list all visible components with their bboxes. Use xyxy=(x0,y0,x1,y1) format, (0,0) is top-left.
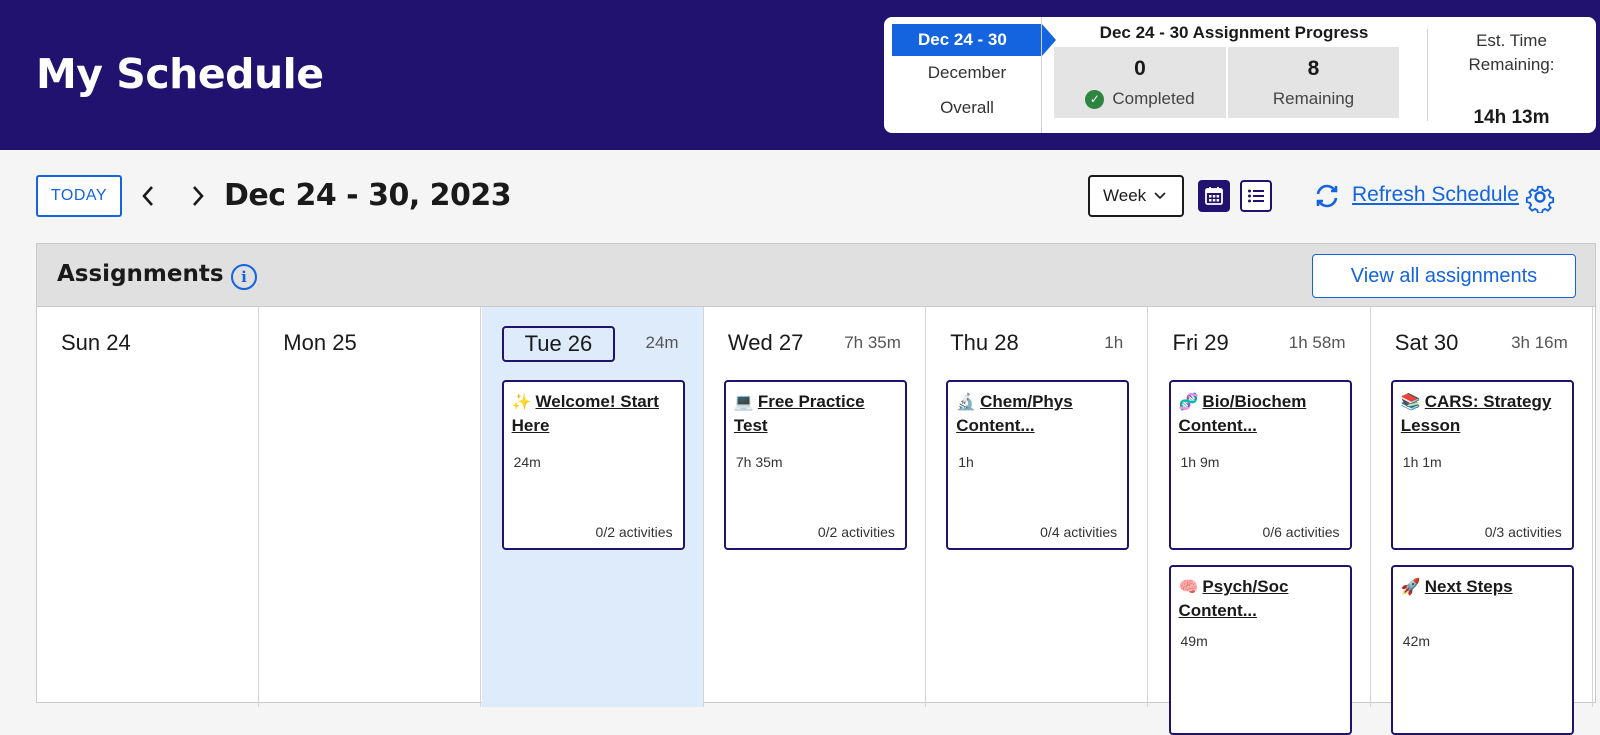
assignment-time: 1h xyxy=(958,454,974,470)
chevron-right-icon xyxy=(193,186,204,206)
est-label-line2: Remaining: xyxy=(1468,55,1555,74)
completed-label: Completed xyxy=(1112,89,1195,108)
assignment-title-link[interactable]: 🚀 Next Steps xyxy=(1401,575,1564,599)
list-view-button[interactable] xyxy=(1240,180,1272,212)
day-label[interactable]: Sat 30 xyxy=(1395,330,1459,356)
assignment-card[interactable]: 🔬 Chem/Phys Content... 1h 0/4 activities xyxy=(946,380,1130,550)
assignment-activities: 0/2 activities xyxy=(817,524,895,540)
tab-week[interactable]: Dec 24 - 30 xyxy=(892,24,1056,56)
tab-month[interactable]: December xyxy=(892,63,1042,83)
assignment-activities: 0/3 activities xyxy=(1484,524,1562,540)
refresh-icon[interactable] xyxy=(1312,181,1342,211)
chevron-down-icon xyxy=(1154,192,1166,200)
day-label[interactable]: Thu 28 xyxy=(950,330,1019,356)
tab-overall[interactable]: Overall xyxy=(892,98,1042,118)
assignment-card[interactable]: 🚀 Next Steps 42m xyxy=(1390,565,1574,735)
assignment-title-link[interactable]: 💻 Free Practice Test xyxy=(734,390,897,437)
calendar-view-button[interactable] xyxy=(1198,180,1230,212)
assignment-title-link[interactable]: ✨ Welcome! Start Here xyxy=(512,390,675,437)
remaining-count: 8 xyxy=(1307,57,1320,80)
assignment-time: 24m xyxy=(513,454,541,470)
day-column: Sun 24 xyxy=(37,307,259,707)
assignment-time: 49m xyxy=(1180,633,1208,649)
chevron-left-icon xyxy=(142,186,153,206)
assignment-emoji-icon: 🔬 xyxy=(956,394,977,411)
assignments-panel: Assignments i View all assignments Sun 2… xyxy=(36,243,1596,735)
day-duration: 3h 16m xyxy=(1511,333,1568,352)
calendar-icon xyxy=(1205,187,1223,205)
day-duration: 24m xyxy=(645,333,679,352)
view-range-select[interactable]: Week xyxy=(1088,175,1184,217)
list-icon xyxy=(1248,189,1264,203)
day-duration: 1h 58m xyxy=(1288,333,1346,352)
assignment-emoji-icon: 🧬 xyxy=(1178,394,1199,411)
check-circle-icon: ✓ xyxy=(1085,89,1105,109)
assignment-activities: 0/6 activities xyxy=(1262,524,1340,540)
day-duration: 1h xyxy=(1104,333,1124,352)
assignment-title: CARS: Strategy Lesson xyxy=(1400,392,1552,435)
day-column: Sat 30 3h 16m 📚 CARS: Strategy Lesson 1h 1m 0… xyxy=(1371,307,1593,735)
day-column: Wed 27 7h 35m 💻 Free Practice Test 7h 35m 0/2… xyxy=(704,307,926,707)
day-column: Mon 25 xyxy=(259,307,482,707)
remaining-box: 8 Remaining xyxy=(1228,47,1399,118)
assignment-emoji-icon: 🚀 xyxy=(1400,579,1421,596)
page-title: My Schedule xyxy=(36,50,324,98)
prev-week-button[interactable] xyxy=(136,180,160,212)
assignment-card[interactable]: 🧬 Bio/Biochem Content... 1h 9m 0/6 activiti… xyxy=(1168,380,1352,550)
top-header: My Schedule Dec 24 - 30 December Overall… xyxy=(0,0,1600,150)
assignment-card[interactable]: 📚 CARS: Strategy Lesson 1h 1m 0/3 activitie… xyxy=(1390,380,1574,550)
est-label-line1: Est. Time xyxy=(1476,31,1547,50)
assignment-time: 1h 1m xyxy=(1402,454,1442,470)
assignment-title-link[interactable]: 🧠 Psych/Soc Content... xyxy=(1179,575,1342,622)
est-time-label: Est. Time Remaining: xyxy=(1427,29,1596,77)
assignment-title-link[interactable]: 📚 CARS: Strategy Lesson xyxy=(1401,390,1564,437)
today-button[interactable]: TODAY xyxy=(36,175,122,217)
est-time-value: 14h 13m xyxy=(1473,107,1550,128)
info-icon[interactable]: i xyxy=(231,264,257,290)
remaining-label: Remaining xyxy=(1272,89,1355,108)
assignment-time: 7h 35m xyxy=(735,454,783,470)
assignment-title-link[interactable]: 🧬 Bio/Biochem Content... xyxy=(1179,390,1342,437)
view-range-value: Week xyxy=(1103,186,1147,205)
assignment-title: Next Steps xyxy=(1424,577,1513,596)
next-week-button[interactable] xyxy=(186,180,210,212)
assignment-emoji-icon: 💻 xyxy=(733,394,754,411)
assignment-time: 42m xyxy=(1402,633,1431,649)
assignment-time: 1h 9m xyxy=(1180,454,1220,470)
day-duration: 7h 35m xyxy=(844,333,901,352)
completed-count: 0 xyxy=(1134,57,1146,80)
day-column: Thu 28 1h 🔬 Chem/Phys Content... 1h 0/4 activ… xyxy=(926,307,1149,707)
assignment-activities: 0/4 activities xyxy=(1040,524,1118,540)
day-label[interactable]: Sun 24 xyxy=(61,330,131,356)
day-column: Tue 26 24m ✨ Welcome! Start Here 24m 0/2 acti… xyxy=(481,307,704,707)
refresh-schedule-link[interactable]: Refresh Schedule xyxy=(1352,183,1519,207)
day-label[interactable]: Mon 25 xyxy=(283,330,356,356)
assignment-card[interactable]: 🧠 Psych/Soc Content... 49m xyxy=(1168,565,1352,735)
gear-icon[interactable] xyxy=(1524,181,1556,213)
assignment-emoji-icon: 🧠 xyxy=(1178,579,1199,596)
progress-card: Dec 24 - 30 December Overall Dec 24 - 30… xyxy=(884,17,1596,133)
assignment-activities: 0/2 activities xyxy=(595,524,673,540)
assignment-title: Welcome! Start Here xyxy=(511,392,659,435)
assignment-title-link[interactable]: 🔬 Chem/Phys Content... xyxy=(956,390,1119,437)
view-all-assignments-button[interactable]: View all assignments xyxy=(1312,254,1576,298)
completed-box: 0 ✓ Completed xyxy=(1054,47,1226,118)
day-label[interactable]: Fri 29 xyxy=(1173,330,1229,356)
progress-title: Dec 24 - 30 Assignment Progress xyxy=(1099,23,1369,42)
assignments-title: Assignments xyxy=(57,261,224,287)
assignment-card[interactable]: 💻 Free Practice Test 7h 35m 0/2 activities xyxy=(723,380,907,550)
assignments-header: Assignments i View all assignments xyxy=(37,244,1595,307)
assignment-emoji-icon: ✨ xyxy=(511,394,532,411)
assignment-emoji-icon: 📚 xyxy=(1400,394,1421,411)
date-range-title: Dec 24 - 30, 2023 xyxy=(224,178,512,213)
day-label[interactable]: Wed 27 xyxy=(728,330,803,356)
day-column: Fri 29 1h 58m 🧬 Bio/Biochem Content... 1h 9m… xyxy=(1149,307,1371,735)
assignment-card[interactable]: ✨ Welcome! Start Here 24m 0/2 activities xyxy=(501,380,685,550)
day-label[interactable]: Tue 26 xyxy=(501,326,616,362)
